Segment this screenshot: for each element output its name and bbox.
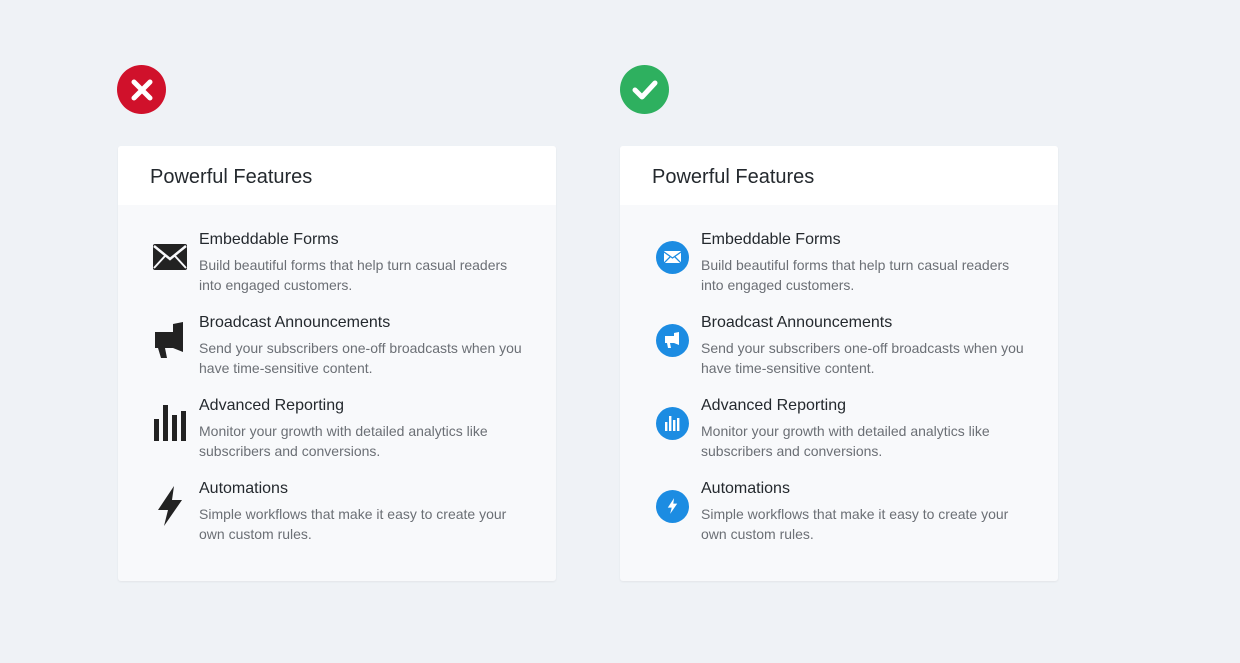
feature-description: Build beautiful forms that help turn cas… xyxy=(199,255,529,295)
feature-description: Send your subscribers one-off broadcasts… xyxy=(199,338,529,378)
bar-chart-icon xyxy=(152,405,188,441)
feature-description: Build beautiful forms that help turn cas… xyxy=(701,255,1031,295)
x-icon xyxy=(117,65,166,114)
card-title: Powerful Features xyxy=(620,146,1058,205)
feature-title: Automations xyxy=(701,480,790,498)
feature-title: Embeddable Forms xyxy=(701,231,841,249)
feature-title: Automations xyxy=(199,480,288,498)
features-card-incorrect: Powerful Features Embeddable Forms Build … xyxy=(118,146,556,581)
feature-description: Send your subscribers one-off broadcasts… xyxy=(701,338,1031,378)
feature-title: Broadcast Announcements xyxy=(199,314,390,332)
bar-chart-icon xyxy=(654,405,690,441)
envelope-icon xyxy=(654,239,690,275)
feature-description: Simple workflows that make it easy to cr… xyxy=(701,504,1031,544)
feature-description: Simple workflows that make it easy to cr… xyxy=(199,504,529,544)
feature-description: Monitor your growth with detailed analyt… xyxy=(199,421,529,461)
megaphone-icon xyxy=(654,322,690,358)
feature-title: Embeddable Forms xyxy=(199,231,339,249)
feature-title: Advanced Reporting xyxy=(199,397,344,415)
lightning-icon xyxy=(654,488,690,524)
feature-title: Advanced Reporting xyxy=(701,397,846,415)
features-card-correct: Powerful Features Embeddable Forms Build … xyxy=(620,146,1058,581)
lightning-icon xyxy=(152,488,188,524)
check-icon xyxy=(620,65,669,114)
card-title: Powerful Features xyxy=(118,146,556,205)
feature-title: Broadcast Announcements xyxy=(701,314,892,332)
envelope-icon xyxy=(152,239,188,275)
megaphone-icon xyxy=(152,322,188,358)
feature-description: Monitor your growth with detailed analyt… xyxy=(701,421,1031,461)
